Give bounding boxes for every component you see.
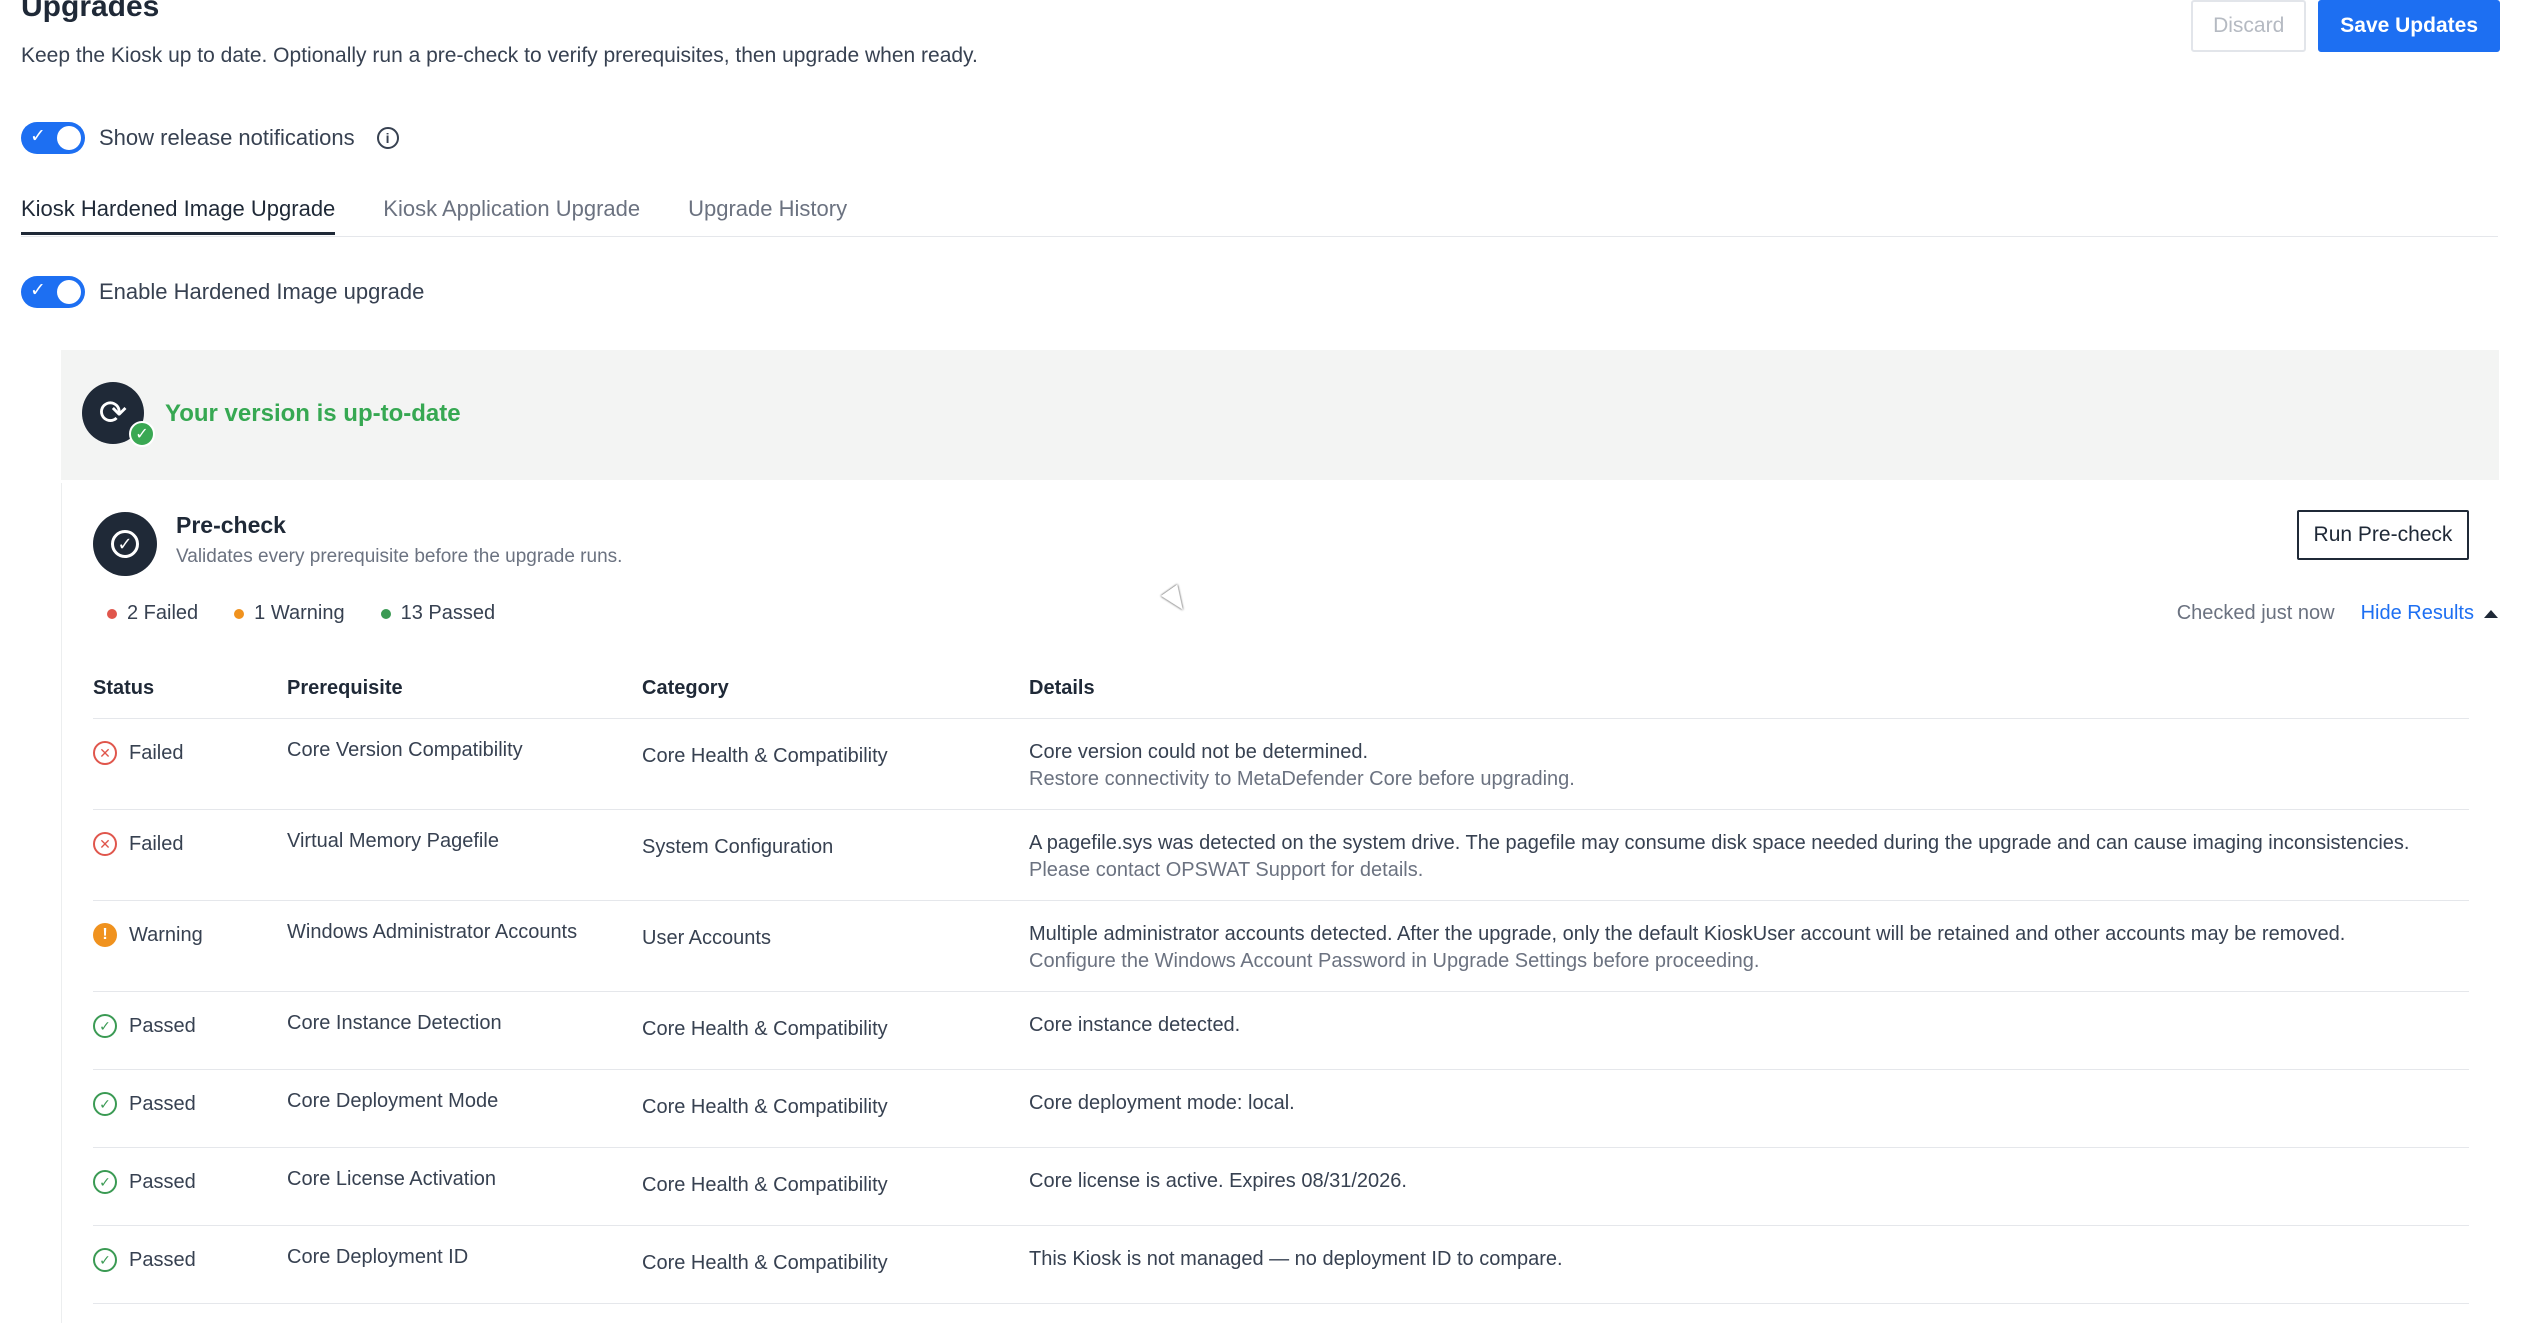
- precheck-results-table: Status Prerequisite Category Details ✕ Fa…: [93, 658, 2469, 1304]
- version-status-text: Your version is up-to-date: [165, 400, 461, 427]
- table-row: ✓ Passed Core License Activation Core Hea…: [93, 1147, 2469, 1226]
- check-icon: ✓: [30, 280, 46, 301]
- passed-status-icon: ✓: [93, 1170, 117, 1194]
- toggle-knob: [57, 126, 81, 150]
- tab-kiosk-hardened-image-upgrade[interactable]: Kiosk Hardened Image Upgrade: [21, 190, 336, 235]
- precheck-title: Pre-check: [176, 512, 286, 538]
- table-row: ! Warning Windows Administrator Accounts …: [93, 900, 2469, 992]
- precheck-subtitle: Validates every prerequisite before the …: [176, 546, 623, 567]
- check-icon: ✓: [30, 126, 46, 147]
- caret-up-icon: [2484, 609, 2498, 618]
- release-notifications-row: ✓ Show release notifications i: [21, 122, 399, 154]
- hardened-image-row: ✓ Enable Hardened Image upgrade: [21, 276, 424, 308]
- table-header-row: Status Prerequisite Category Details: [93, 658, 2469, 719]
- table-row: ✓ Passed Core Deployment Mode Core Health…: [93, 1069, 2469, 1148]
- table-row: ✕ Failed Virtual Memory Pagefile System C…: [93, 809, 2469, 901]
- failed-status-icon: ✕: [93, 741, 117, 765]
- page-title: Upgrades: [21, 0, 160, 23]
- tab-upgrade-history[interactable]: Upgrade History: [688, 190, 847, 230]
- checked-info: Checked just now Hide Results: [2177, 602, 2498, 625]
- column-header-details: Details: [1029, 658, 2469, 719]
- warning-count: 1 Warning: [234, 602, 345, 625]
- run-precheck-button[interactable]: Run Pre-check: [2297, 510, 2469, 560]
- table-row: ✕ Failed Core Version Compatibility Core …: [93, 718, 2469, 810]
- precheck-icon: ✓: [93, 512, 157, 576]
- release-notifications-label: Show release notifications: [99, 125, 355, 150]
- column-header-prerequisite: Prerequisite: [287, 658, 642, 719]
- discard-button[interactable]: Discard: [2191, 0, 2307, 52]
- header-actions: Discard Save Updates: [2191, 0, 2500, 52]
- page-subtitle: Keep the Kiosk up to date. Optionally ru…: [21, 44, 978, 67]
- info-icon[interactable]: i: [376, 127, 399, 149]
- toggle-knob: [57, 280, 81, 304]
- warning-dot-icon: [234, 608, 245, 619]
- passed-count: 13 Passed: [380, 602, 495, 625]
- passed-status-icon: ✓: [93, 1092, 117, 1116]
- precheck-summary: 2 Failed 1 Warning 13 Passed: [107, 602, 495, 625]
- upgrade-tabs: Kiosk Hardened Image Upgrade Kiosk Appli…: [21, 190, 2498, 237]
- save-updates-button[interactable]: Save Updates: [2318, 0, 2500, 52]
- hide-results-link[interactable]: Hide Results: [2361, 602, 2498, 625]
- table-row: ✓ Passed Core Deployment ID Core Health &…: [93, 1225, 2469, 1304]
- hardened-image-label: Enable Hardened Image upgrade: [99, 279, 425, 304]
- passed-dot-icon: [380, 608, 391, 619]
- warning-status-icon: !: [93, 923, 117, 947]
- passed-status-icon: ✓: [93, 1248, 117, 1272]
- hardened-image-toggle[interactable]: ✓: [21, 276, 85, 308]
- column-header-category: Category: [642, 658, 1029, 719]
- failed-status-icon: ✕: [93, 832, 117, 856]
- check-badge-icon: ✓: [129, 421, 155, 447]
- passed-status-icon: ✓: [93, 1014, 117, 1038]
- table-row: ✓ Passed Core Instance Detection Core Hea…: [93, 991, 2469, 1070]
- failed-count: 2 Failed: [107, 602, 198, 625]
- failed-dot-icon: [107, 608, 117, 619]
- release-notifications-toggle[interactable]: ✓: [21, 122, 85, 154]
- column-header-status: Status: [93, 658, 287, 719]
- checked-time: Checked just now: [2176, 602, 2335, 624]
- tab-kiosk-application-upgrade[interactable]: Kiosk Application Upgrade: [383, 190, 640, 230]
